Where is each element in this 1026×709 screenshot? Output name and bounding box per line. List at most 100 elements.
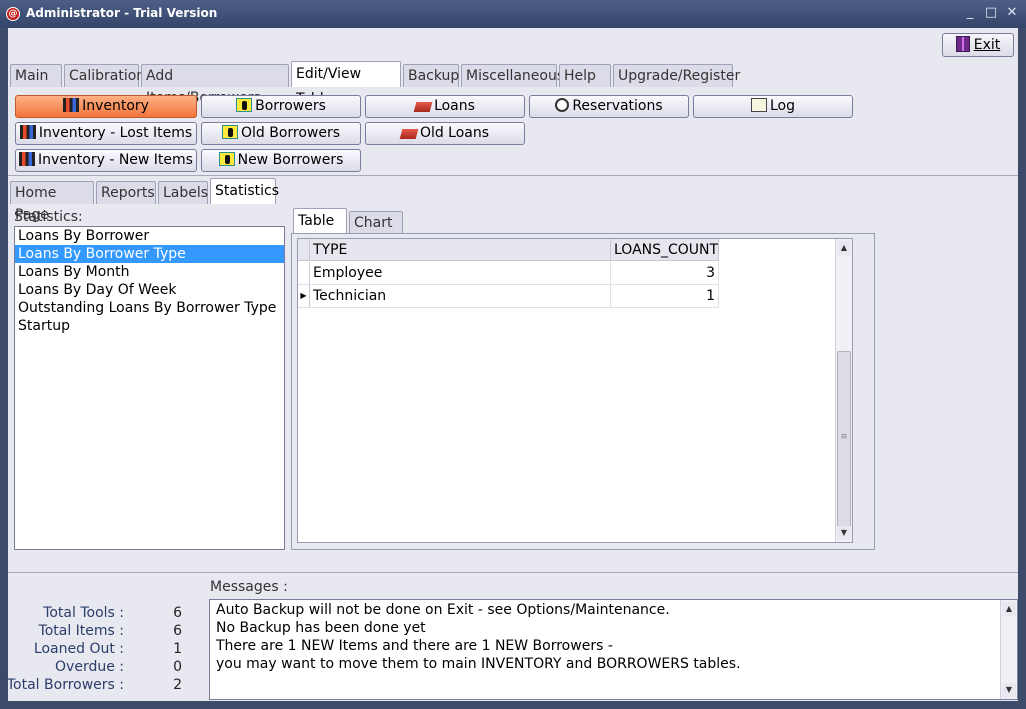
- message-line: No Backup has been done yet: [216, 620, 426, 636]
- log-button[interactable]: Log: [693, 95, 853, 118]
- tab-edit-view-table[interactable]: Edit/View Table: [291, 61, 401, 107]
- cell-loans-count[interactable]: 1: [611, 285, 719, 307]
- app-icon[interactable]: @: [6, 7, 20, 21]
- tab-labels[interactable]: Labels: [158, 181, 208, 204]
- stat-value: 2: [173, 677, 182, 693]
- stat-value: 0: [173, 659, 182, 675]
- row-indicator: [298, 262, 310, 284]
- log-label: Log: [769, 98, 795, 114]
- list-item[interactable]: Loans By Month: [15, 263, 284, 281]
- old-borrowers-button[interactable]: Old Borrowers: [201, 122, 361, 145]
- exit-button[interactable]: Exit: [942, 33, 1014, 57]
- data-grid[interactable]: TYPE LOANS_COUNT Employee 3 ▶ Technician…: [297, 238, 853, 543]
- loans-label: Loans: [434, 98, 475, 114]
- tab-reports[interactable]: Reports: [96, 181, 156, 204]
- main-tabs: Main Calibration Add Items/Borrowers Edi…: [10, 61, 740, 107]
- new-borrowers-button[interactable]: New Borrowers: [201, 149, 361, 172]
- stat-loaned-out: Loaned Out : 1: [8, 641, 204, 659]
- loans-button[interactable]: Loans: [365, 95, 525, 118]
- old-borrowers-label: Old Borrowers: [240, 125, 341, 141]
- tab-backup[interactable]: Backup: [403, 64, 459, 87]
- close-button[interactable]: ✕: [1004, 5, 1020, 21]
- cell-type[interactable]: Employee: [310, 262, 611, 284]
- stat-total-items: Total Items : 6: [8, 623, 204, 641]
- inventory-lost-items-label: Inventory - Lost Items: [38, 125, 193, 141]
- statistics-label: Statistics:: [14, 209, 83, 225]
- list-item[interactable]: Loans By Borrower Type: [15, 245, 284, 263]
- bars-icon: [19, 125, 36, 139]
- maximize-button[interactable]: □: [983, 5, 999, 21]
- tab-add-items-borrowers[interactable]: Add Items/Borrowers: [141, 64, 289, 106]
- scroll-up-icon[interactable]: ▲: [837, 241, 851, 255]
- cell-type[interactable]: Technician: [310, 285, 611, 307]
- scroll-thumb[interactable]: ≡: [837, 351, 851, 527]
- messages-box[interactable]: Auto Backup will not be done on Exit - s…: [209, 599, 1018, 700]
- row-indicator-header: [298, 239, 310, 260]
- current-row-arrow-icon: ▶: [298, 285, 310, 307]
- cell-loans-count[interactable]: 3: [611, 262, 719, 284]
- inventory-lost-items-button[interactable]: Inventory - Lost Items: [15, 122, 197, 145]
- scroll-up-icon[interactable]: ▲: [1002, 602, 1016, 616]
- bars-icon: [19, 152, 35, 166]
- old-loans-button[interactable]: Old Loans: [365, 122, 525, 145]
- list-item[interactable]: Loans By Borrower: [15, 227, 284, 245]
- clock-icon: [555, 98, 570, 112]
- tab-table[interactable]: Table: [293, 208, 347, 234]
- view-tabs: Table Chart: [293, 208, 405, 235]
- grid-scrollbar[interactable]: ▲ ≡ ▼: [835, 239, 852, 542]
- messages-scrollbar[interactable]: ▲ ▼: [1000, 600, 1017, 699]
- loans-icon: [399, 129, 419, 139]
- scroll-down-icon[interactable]: ▼: [1002, 683, 1016, 697]
- status-panel: Messages : Total Tools : 6 Total Items :…: [6, 572, 1018, 701]
- sub-tabs: Home Page Reports Labels Statistics: [10, 178, 279, 223]
- table-view-box: TYPE LOANS_COUNT Employee 3 ▶ Technician…: [291, 233, 875, 550]
- list-item[interactable]: Startup: [15, 317, 284, 335]
- message-line: Auto Backup will not be done on Exit - s…: [216, 602, 670, 618]
- message-line: you may want to move them to main INVENT…: [216, 656, 741, 672]
- log-icon: [750, 98, 767, 112]
- column-header-loans-count[interactable]: LOANS_COUNT: [611, 239, 719, 261]
- stat-total-borrowers: Total Borrowers : 2: [6, 677, 204, 695]
- client-area: Exit Main Calibration Add Items/Borrower…: [6, 28, 1018, 701]
- stat-label: Total Borrowers :: [6, 677, 124, 693]
- inventory-new-items-button[interactable]: Inventory - New Items: [15, 149, 197, 172]
- reservations-button[interactable]: Reservations: [529, 95, 689, 118]
- app-window: @ Administrator - Trial Version _ □ ✕ Ex…: [0, 0, 1026, 709]
- minimize-button[interactable]: _: [962, 5, 978, 21]
- door-icon: [955, 36, 970, 52]
- column-header-type[interactable]: TYPE: [310, 239, 611, 261]
- stat-value: 6: [173, 623, 182, 639]
- table-row[interactable]: ▶ Technician 1: [298, 285, 719, 308]
- statistics-list[interactable]: Loans By Borrower Loans By Borrower Type…: [14, 226, 285, 550]
- inventory-button[interactable]: Inventory: [15, 95, 197, 118]
- stat-overdue: Overdue : 0: [8, 659, 204, 677]
- tab-help[interactable]: Help: [559, 64, 611, 87]
- borrowers-button[interactable]: Borrowers: [201, 95, 361, 118]
- title-bar[interactable]: @ Administrator - Trial Version _ □ ✕: [0, 0, 1026, 28]
- stat-label: Total Tools :: [43, 605, 124, 621]
- tab-main[interactable]: Main: [10, 64, 62, 87]
- table-row[interactable]: Employee 3: [298, 262, 719, 285]
- inventory-new-items-label: Inventory - New Items: [38, 152, 193, 168]
- tab-upgrade-register[interactable]: Upgrade/Register: [613, 64, 740, 87]
- stat-value: 1: [173, 641, 182, 657]
- old-loans-label: Old Loans: [419, 125, 490, 141]
- reservations-label: Reservations: [572, 98, 663, 114]
- tab-statistics[interactable]: Statistics: [210, 178, 279, 204]
- stat-label: Loaned Out :: [33, 641, 124, 657]
- exit-label: Exit: [973, 37, 1001, 53]
- grid-header: TYPE LOANS_COUNT: [298, 239, 719, 261]
- person-icon: [236, 98, 253, 112]
- tab-miscellaneous[interactable]: Miscellaneous: [461, 64, 564, 87]
- scroll-down-icon[interactable]: ▼: [837, 526, 851, 540]
- borrowers-label: Borrowers: [255, 98, 326, 114]
- tab-chart[interactable]: Chart: [349, 211, 403, 234]
- tab-home-page[interactable]: Home Page: [10, 181, 94, 223]
- list-item[interactable]: Outstanding Loans By Borrower Type: [15, 299, 284, 317]
- bars-icon: [63, 98, 80, 112]
- tab-calibration[interactable]: Calibration: [64, 64, 145, 87]
- person-icon: [218, 152, 235, 166]
- stat-value: 6: [173, 605, 182, 621]
- stat-label: Overdue :: [55, 659, 124, 675]
- list-item[interactable]: Loans By Day Of Week: [15, 281, 284, 299]
